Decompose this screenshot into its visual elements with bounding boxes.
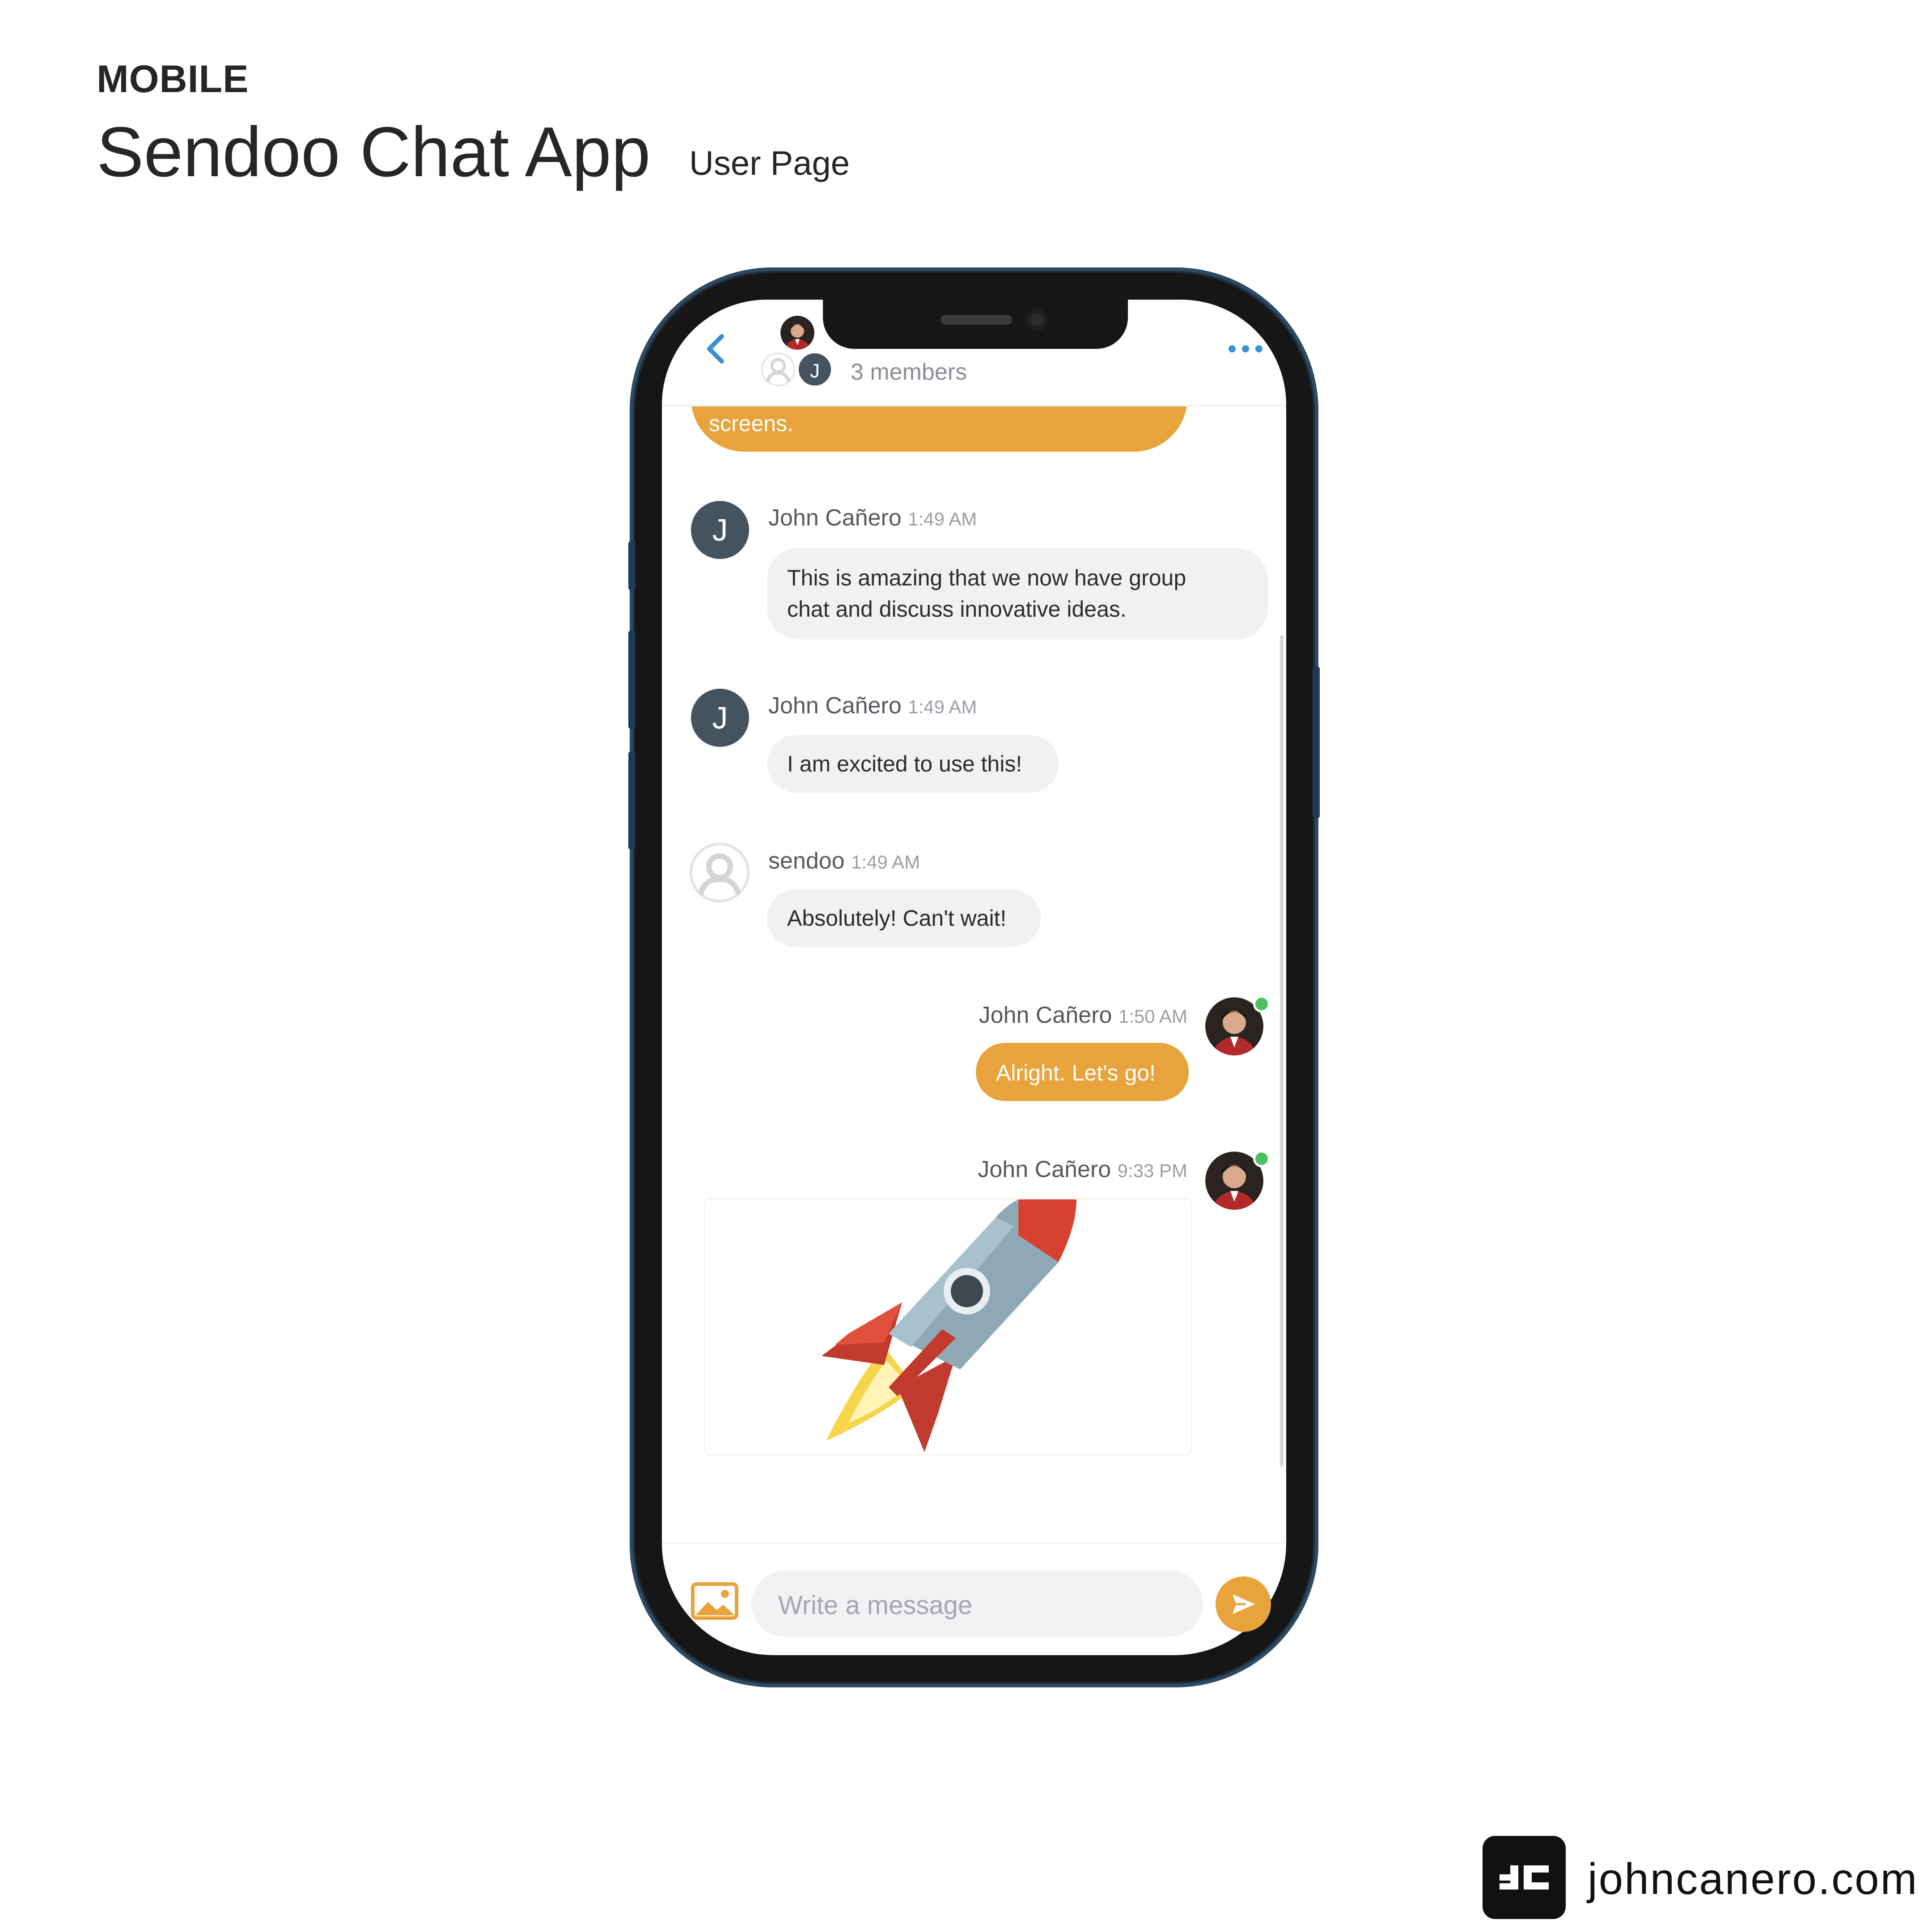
online-indicator bbox=[1253, 996, 1270, 1013]
chevron-left-icon[interactable] bbox=[702, 331, 729, 367]
phone-volume-up bbox=[628, 631, 636, 729]
message-text-line2: chat and discuss innovative ideas. bbox=[787, 597, 1127, 622]
member-avatar-photo bbox=[780, 316, 814, 350]
member-avatar-default bbox=[761, 352, 795, 386]
send-icon bbox=[1233, 1594, 1255, 1614]
message-time: 1:49 AM bbox=[908, 696, 977, 717]
composer-divider bbox=[662, 1542, 1286, 1543]
phone-speaker bbox=[941, 315, 1012, 325]
phone-power-button bbox=[1313, 666, 1320, 818]
member-avatar-j: J bbox=[797, 352, 833, 387]
send-button[interactable] bbox=[1216, 1576, 1271, 1632]
author-name: sendoo bbox=[768, 848, 845, 874]
online-indicator bbox=[1253, 1150, 1270, 1167]
phone-camera bbox=[1026, 309, 1048, 331]
message-bubble-outgoing: Alright. Let's go! bbox=[976, 1043, 1189, 1101]
image-attachment[interactable] bbox=[704, 1199, 1192, 1455]
default-avatar-icon bbox=[690, 843, 750, 902]
message-meta: John Cañero 1:49 AM bbox=[768, 692, 977, 719]
image-icon[interactable] bbox=[691, 1582, 738, 1620]
author-name: John Cañero bbox=[978, 1157, 1111, 1182]
message-input[interactable]: Write a message bbox=[751, 1571, 1203, 1637]
phone-volume-down bbox=[628, 751, 636, 850]
header-divider bbox=[662, 405, 1286, 407]
author-name: John Cañero bbox=[979, 1002, 1112, 1028]
message-meta: sendoo 1:49 AM bbox=[768, 847, 920, 874]
message-meta: John Cañero 1:50 AM bbox=[968, 1002, 1187, 1029]
message-text: I am excited to use this! bbox=[787, 751, 1022, 776]
message-bubble: I am excited to use this! bbox=[767, 735, 1059, 793]
message-time: 9:33 PM bbox=[1117, 1160, 1187, 1181]
jc-logo-icon bbox=[1500, 1865, 1549, 1890]
page-subtitle: User Page bbox=[689, 144, 850, 182]
eyebrow-label: MOBILE bbox=[97, 58, 249, 101]
brand-url[interactable]: johncanero.com bbox=[1588, 1854, 1918, 1904]
message-text-line1: This is amazing that we now have group bbox=[787, 565, 1186, 590]
page-title: Sendoo Chat App User Page bbox=[97, 112, 850, 193]
message-bubble: This is amazing that we now have group c… bbox=[767, 548, 1268, 640]
message-time: 1:49 AM bbox=[851, 852, 920, 873]
message-meta: John Cañero 9:33 PM bbox=[968, 1156, 1187, 1183]
more-horizontal-icon[interactable] bbox=[1225, 340, 1266, 358]
members-count[interactable]: 3 members bbox=[851, 359, 967, 386]
title-text: Sendoo Chat App bbox=[97, 113, 651, 191]
message-meta: John Cañero 1:49 AM bbox=[768, 504, 977, 531]
message-bubble: Absolutely! Can't wait! bbox=[767, 889, 1041, 947]
avatar: J bbox=[691, 501, 749, 559]
phone-silent-switch bbox=[628, 541, 636, 590]
author-name: John Cañero bbox=[768, 693, 902, 719]
partial-message-text: screens. bbox=[709, 411, 793, 436]
avatar: J bbox=[691, 689, 749, 747]
rocket-icon bbox=[822, 1199, 1076, 1452]
author-name: John Cañero bbox=[768, 505, 902, 531]
brand-logo bbox=[1483, 1836, 1566, 1919]
message-time: 1:50 AM bbox=[1118, 1006, 1187, 1027]
message-text: Alright. Let's go! bbox=[996, 1060, 1156, 1085]
message-input-placeholder: Write a message bbox=[778, 1591, 973, 1620]
scrollbar[interactable] bbox=[1280, 635, 1284, 1467]
message-time: 1:49 AM bbox=[908, 508, 977, 530]
message-text: Absolutely! Can't wait! bbox=[787, 906, 1007, 931]
